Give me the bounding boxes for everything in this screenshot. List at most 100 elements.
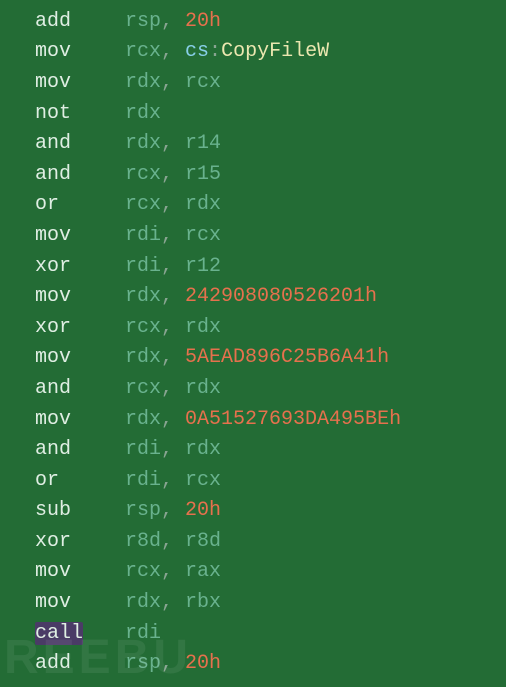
instruction-col: or	[35, 193, 125, 216]
disassembly-listing: addrsp, 20hmovrcx, cs:CopyFileWmovrdx, r…	[0, 0, 506, 679]
register-token: rcx	[125, 163, 161, 186]
register-token: rdx	[125, 591, 161, 614]
instruction-col: mov	[35, 71, 125, 94]
punct-token: ,	[161, 377, 185, 400]
instruction-mnemonic: and	[35, 163, 71, 186]
punct-token: ,	[161, 163, 185, 186]
register-token: rdi	[125, 224, 161, 247]
symbol-token: CopyFileW	[221, 40, 329, 63]
register-token: rcx	[125, 40, 161, 63]
instruction-mnemonic: mov	[35, 224, 71, 247]
punct-token: ,	[161, 316, 185, 339]
instruction-mnemonic: mov	[35, 40, 71, 63]
punct-token: ,	[161, 560, 185, 583]
register-token: rdx	[185, 316, 221, 339]
asm-line[interactable]: movrdx, 5AEAD896C25B6A41h	[0, 343, 506, 374]
instruction-col: mov	[35, 560, 125, 583]
asm-line[interactable]: andrdi, rdx	[0, 434, 506, 465]
instruction-mnemonic: add	[35, 652, 71, 675]
asm-line[interactable]: xorr8d, r8d	[0, 526, 506, 557]
asm-line[interactable]: xor rdi, r12	[0, 251, 506, 282]
register-token: rdx	[125, 285, 161, 308]
instruction-col: mov	[35, 224, 125, 247]
instruction-mnemonic: mov	[35, 346, 71, 369]
asm-line[interactable]: movrdx, 242908080526201h	[0, 281, 506, 312]
punct-token: ,	[161, 438, 185, 461]
register-token: rcx	[125, 560, 161, 583]
instruction-col: and	[35, 163, 125, 186]
number-token: 20h	[185, 499, 221, 522]
instruction-mnemonic: call	[35, 622, 83, 645]
instruction-mnemonic: mov	[35, 71, 71, 94]
instruction-mnemonic: and	[35, 377, 71, 400]
asm-line[interactable]: andrcx, rdx	[0, 373, 506, 404]
instruction-mnemonic: mov	[35, 560, 71, 583]
instruction-col: mov	[35, 40, 125, 63]
register-token: rsp	[125, 652, 161, 675]
instruction-col: mov	[35, 346, 125, 369]
number-token: 20h	[185, 652, 221, 675]
instruction-col: not	[35, 102, 125, 125]
register-token: rdi	[125, 622, 161, 645]
instruction-col: xor	[35, 530, 125, 553]
register-token: rcx	[125, 316, 161, 339]
punct-token: ,	[161, 652, 185, 675]
asm-line[interactable]: movrdx, rcx	[0, 67, 506, 98]
instruction-mnemonic: xor	[35, 530, 71, 553]
register-token: rdx	[125, 102, 161, 125]
segment-token: cs	[185, 40, 209, 63]
asm-line[interactable]: andrdx, r14	[0, 128, 506, 159]
punct-token: ,	[161, 224, 185, 247]
asm-line[interactable]: xor rcx, rdx	[0, 312, 506, 343]
register-token: rax	[185, 560, 221, 583]
instruction-col: add	[35, 10, 125, 33]
instruction-mnemonic: sub	[35, 499, 71, 522]
instruction-mnemonic: add	[35, 10, 71, 33]
instruction-col: xor	[35, 255, 125, 278]
punct-token: ,	[161, 408, 185, 431]
asm-line[interactable]: andrcx, r15	[0, 159, 506, 190]
asm-line[interactable]: orrcx, rdx	[0, 190, 506, 221]
punct-token: ,	[161, 193, 185, 216]
instruction-col: add	[35, 652, 125, 675]
asm-line[interactable]: call rdi	[0, 618, 506, 649]
asm-line[interactable]: movrdi, rcx	[0, 220, 506, 251]
register-token: rdi	[125, 469, 161, 492]
instruction-col: and	[35, 377, 125, 400]
instruction-mnemonic: xor	[35, 255, 71, 278]
instruction-mnemonic: mov	[35, 285, 71, 308]
instruction-col: mov	[35, 408, 125, 431]
punct-token: ,	[161, 132, 185, 155]
register-token: rdx	[185, 438, 221, 461]
asm-line[interactable]: mov rcx, rax	[0, 557, 506, 588]
asm-line[interactable]: mov rdx, 0A51527693DA495BEh	[0, 404, 506, 435]
register-token: rsp	[125, 499, 161, 522]
register-token: rdx	[125, 132, 161, 155]
number-token: 5AEAD896C25B6A41h	[185, 346, 389, 369]
punct-token: ,	[161, 71, 185, 94]
punct-token: ,	[161, 591, 185, 614]
instruction-mnemonic: xor	[35, 316, 71, 339]
number-token: 242908080526201h	[185, 285, 377, 308]
instruction-col: and	[35, 438, 125, 461]
register-token: rcx	[185, 469, 221, 492]
register-token: r8d	[125, 530, 161, 553]
asm-line[interactable]: addrsp, 20h	[0, 6, 506, 37]
punct-token: ,	[161, 469, 185, 492]
number-token: 0A51527693DA495BEh	[185, 408, 401, 431]
register-token: rdx	[125, 408, 161, 431]
asm-line[interactable]: orrdi, rcx	[0, 465, 506, 496]
punct-token: ,	[161, 255, 185, 278]
instruction-col: xor	[35, 316, 125, 339]
asm-line[interactable]: movrdx, rbx	[0, 587, 506, 618]
asm-line[interactable]: subrsp, 20h	[0, 496, 506, 527]
register-token: rdx	[125, 71, 161, 94]
asm-line[interactable]: add rsp, 20h	[0, 648, 506, 679]
punct-token: ,	[161, 40, 185, 63]
punct-token: ,	[161, 10, 185, 33]
asm-line[interactable]: notrdx	[0, 98, 506, 129]
register-token: rdi	[125, 255, 161, 278]
register-token: r12	[185, 255, 221, 278]
asm-line[interactable]: movrcx, cs:CopyFileW	[0, 37, 506, 68]
instruction-mnemonic: mov	[35, 408, 71, 431]
